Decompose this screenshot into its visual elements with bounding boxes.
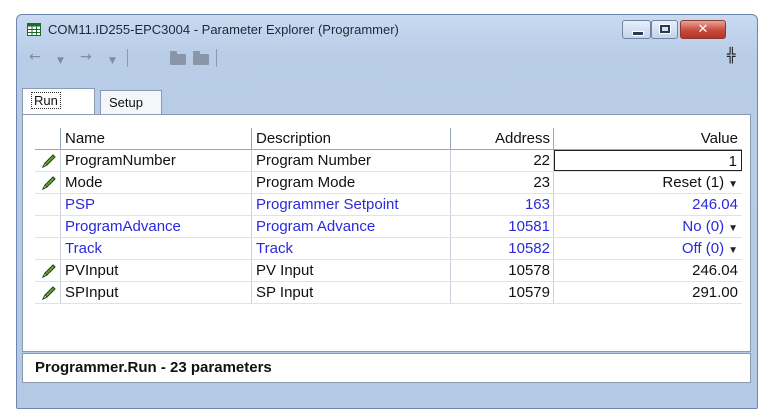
row-description: PV Input: [252, 260, 451, 281]
header-value[interactable]: Value: [554, 128, 742, 149]
parameter-panel: Name Description Address Value ProgramNu…: [22, 114, 751, 352]
row-name: ProgramNumber: [61, 150, 252, 171]
dropdown-arrow-icon[interactable]: ▼: [728, 245, 738, 256]
row-value-text: 246.04: [692, 196, 738, 213]
pencil-icon: [41, 176, 56, 191]
minimize-button[interactable]: [622, 20, 651, 39]
header-name[interactable]: Name: [61, 128, 252, 149]
tab-setup-label: Setup: [109, 95, 143, 110]
table-grid-icon: [27, 23, 41, 36]
maximize-button[interactable]: [651, 20, 678, 39]
row-description: Program Mode: [252, 172, 451, 193]
row-value-text: Off (0): [681, 240, 725, 257]
row-address: 10582: [451, 238, 554, 259]
minimize-icon: [632, 31, 644, 36]
pencil-icon: [41, 154, 56, 169]
back-arrow-icon[interactable]: ←: [29, 50, 41, 64]
row-description: Program Advance: [252, 216, 451, 237]
forward-arrow-icon[interactable]: →: [80, 50, 92, 64]
table-row[interactable]: ProgramNumber Program Number 22 1: [35, 150, 742, 172]
table-row[interactable]: ProgramAdvance Program Advance 10581 No (0)…: [35, 216, 742, 238]
row-description: Track: [252, 238, 451, 259]
table-row[interactable]: PSP Programmer Setpoint 163 246.04: [35, 194, 742, 216]
table-body: ProgramNumber Program Number 22 1 Mode Progra…: [35, 150, 742, 304]
tab-run[interactable]: Run: [22, 88, 95, 114]
row-name: PSP: [61, 194, 252, 215]
parameter-explorer-window: COM11.ID255-EPC3004 - Parameter Explorer…: [16, 14, 758, 409]
row-value-text: No (0): [682, 218, 725, 235]
folder-icon[interactable]: [170, 51, 186, 65]
row-address: 163: [451, 194, 554, 215]
close-button[interactable]: ✕: [680, 20, 726, 39]
status-text: Programmer.Run - 23 parameters: [35, 359, 272, 376]
row-icon-cell: [35, 282, 61, 303]
maximize-icon: [659, 24, 671, 34]
value-dropdown[interactable]: Off (0) ▼: [554, 238, 742, 259]
dropdown-arrow-icon[interactable]: ▼: [728, 223, 738, 234]
row-name: Mode: [61, 172, 252, 193]
row-icon-cell: [35, 150, 61, 171]
back-dropdown-icon[interactable]: ▼: [57, 54, 64, 68]
table-header: Name Description Address Value: [35, 128, 742, 150]
row-icon-cell: [35, 194, 61, 215]
row-value-text: 1: [728, 153, 737, 170]
row-description: SP Input: [252, 282, 451, 303]
row-address: 10581: [451, 216, 554, 237]
pencil-icon: [41, 264, 56, 279]
row-value[interactable]: 291.00: [554, 282, 742, 303]
forward-dropdown-icon[interactable]: ▼: [109, 54, 116, 68]
close-icon: ✕: [697, 22, 709, 37]
row-value-text: Reset (1): [662, 174, 725, 191]
title-bar[interactable]: COM11.ID255-EPC3004 - Parameter Explorer…: [17, 15, 757, 45]
row-name: ProgramAdvance: [61, 216, 252, 237]
header-address[interactable]: Address: [451, 128, 554, 149]
row-name: Track: [61, 238, 252, 259]
header-icon-column: [35, 128, 61, 149]
toolbar-separator: [216, 49, 217, 67]
row-value-text: 246.04: [692, 262, 738, 279]
row-description: Program Number: [252, 150, 451, 171]
row-value: 246.04: [554, 194, 742, 215]
dropdown-arrow-icon[interactable]: ▼: [728, 179, 738, 190]
row-description: Programmer Setpoint: [252, 194, 451, 215]
folder-open-icon[interactable]: [193, 51, 209, 65]
tab-run-label: Run: [31, 92, 61, 109]
row-value[interactable]: 246.04: [554, 260, 742, 281]
table-row[interactable]: Mode Program Mode 23 Reset (1) ▼: [35, 172, 742, 194]
header-description[interactable]: Description: [252, 128, 451, 149]
value-dropdown[interactable]: Reset (1) ▼: [554, 172, 742, 193]
tab-setup[interactable]: Setup: [100, 90, 162, 114]
pencil-icon: [41, 286, 56, 301]
value-input[interactable]: 1: [554, 150, 742, 171]
toolbar: ← ▼ → ▼ ╬: [27, 46, 747, 70]
table-row[interactable]: SPInput SP Input 10579 291.00: [35, 282, 742, 304]
pin-icon[interactable]: ╬: [727, 48, 735, 64]
row-address: 23: [451, 172, 554, 193]
row-address: 22: [451, 150, 554, 171]
table-row[interactable]: Track Track 10582 Off (0) ▼: [35, 238, 742, 260]
row-icon-cell: [35, 260, 61, 281]
row-address: 10578: [451, 260, 554, 281]
toolbar-separator: [127, 49, 128, 67]
value-dropdown[interactable]: No (0) ▼: [554, 216, 742, 237]
status-bar: Programmer.Run - 23 parameters: [22, 353, 751, 383]
table-row[interactable]: PVInput PV Input 10578 246.04: [35, 260, 742, 282]
row-name: PVInput: [61, 260, 252, 281]
parameter-table: Name Description Address Value ProgramNu…: [35, 128, 742, 304]
row-value-text: 291.00: [692, 284, 738, 301]
window-title: COM11.ID255-EPC3004 - Parameter Explorer…: [48, 22, 399, 37]
row-address: 10579: [451, 282, 554, 303]
row-icon-cell: [35, 216, 61, 237]
row-icon-cell: [35, 172, 61, 193]
row-icon-cell: [35, 238, 61, 259]
row-name: SPInput: [61, 282, 252, 303]
